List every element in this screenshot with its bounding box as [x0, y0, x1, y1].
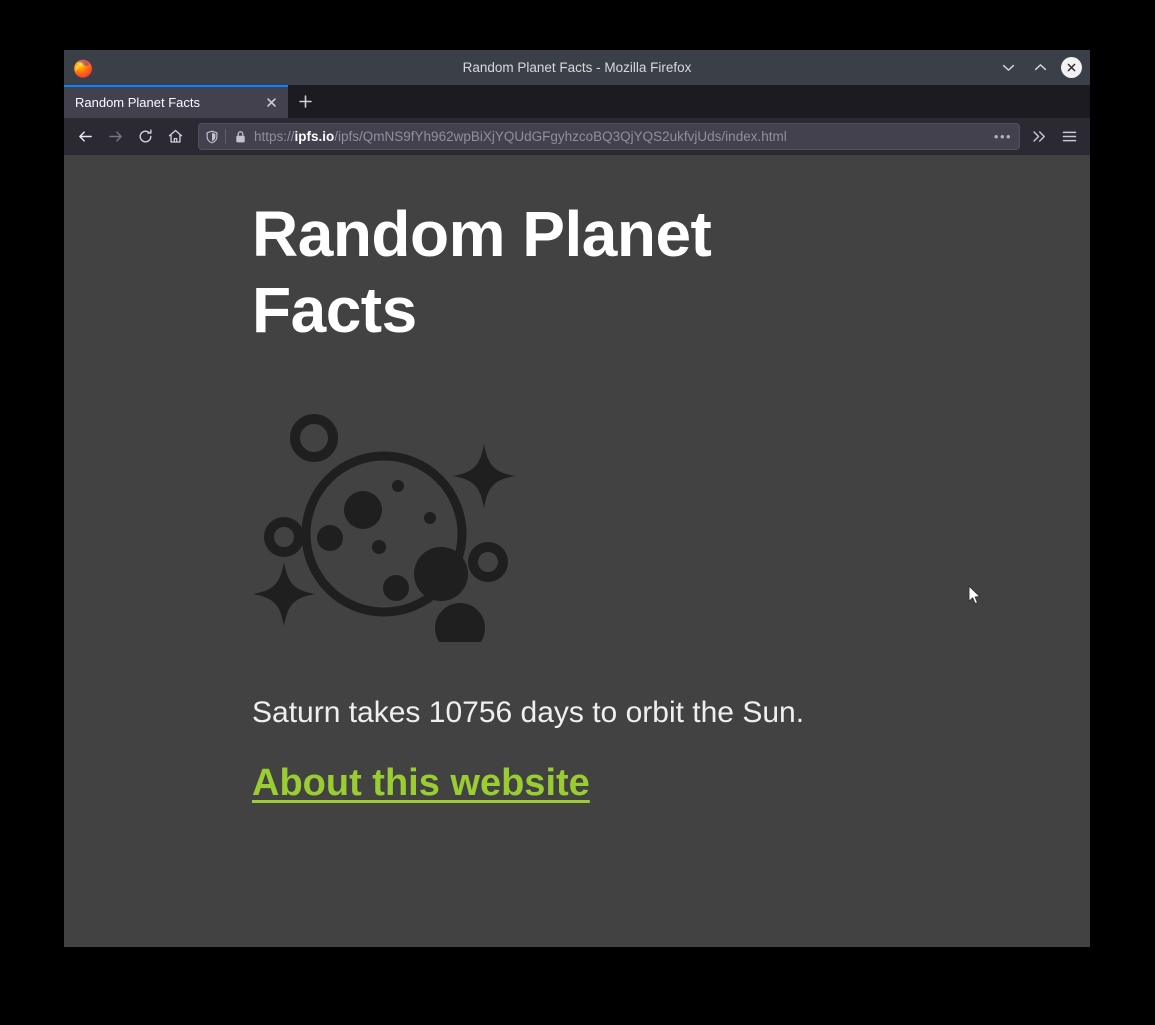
padlock-icon[interactable] [226, 130, 254, 144]
page-title: Random Planet Facts [252, 198, 712, 346]
about-this-website-link[interactable]: About this website [252, 762, 590, 805]
title-bar: Random Planet Facts - Mozilla Firefox [64, 50, 1090, 85]
overflow-chevrons-icon[interactable] [1024, 122, 1054, 152]
url-host: ipfs.io [294, 129, 335, 144]
back-button-icon[interactable] [70, 122, 100, 152]
page-viewport: Random Planet Facts Saturn takes 10756 d… [64, 155, 1090, 947]
forward-button-icon[interactable] [100, 122, 130, 152]
firefox-logo-icon [72, 57, 94, 79]
window-title: Random Planet Facts - Mozilla Firefox [462, 60, 692, 75]
home-button-icon[interactable] [160, 122, 190, 152]
reload-button-icon[interactable] [130, 122, 160, 152]
browser-window: Random Planet Facts - Mozilla Firefox Ra… [64, 50, 1090, 947]
navigation-toolbar: https://ipfs.io/ipfs/QmNS9fYh962wpBiXjYQ… [64, 118, 1090, 155]
url-bar[interactable]: https://ipfs.io/ipfs/QmNS9fYh962wpBiXjYQ… [198, 123, 1020, 150]
window-controls [997, 50, 1082, 85]
hamburger-menu-icon[interactable] [1054, 122, 1084, 152]
tab-random-planet-facts[interactable]: Random Planet Facts [64, 85, 288, 118]
url-text[interactable]: https://ipfs.io/ipfs/QmNS9fYh962wpBiXjYQ… [254, 129, 990, 144]
url-scheme: https:// [254, 129, 295, 144]
new-tab-button[interactable] [288, 85, 322, 118]
planet-fact-text: Saturn takes 10756 days to orbit the Sun… [252, 696, 805, 730]
minimize-button[interactable] [997, 57, 1019, 79]
tracking-protection-shield-icon[interactable] [199, 130, 225, 144]
maximize-button[interactable] [1029, 57, 1051, 79]
close-tab-icon[interactable] [258, 90, 284, 116]
tab-title: Random Planet Facts [75, 95, 201, 110]
tab-strip: Random Planet Facts [64, 85, 1090, 118]
url-path: /ipfs/QmNS9fYh962wpBiXjYQUdGFgyhzcoBQ3Qj… [334, 129, 787, 144]
planet-with-stars-illustration [252, 410, 524, 654]
mouse-cursor [968, 585, 982, 606]
close-button[interactable] [1061, 57, 1082, 78]
page-actions-button[interactable]: ••• [990, 126, 1016, 148]
